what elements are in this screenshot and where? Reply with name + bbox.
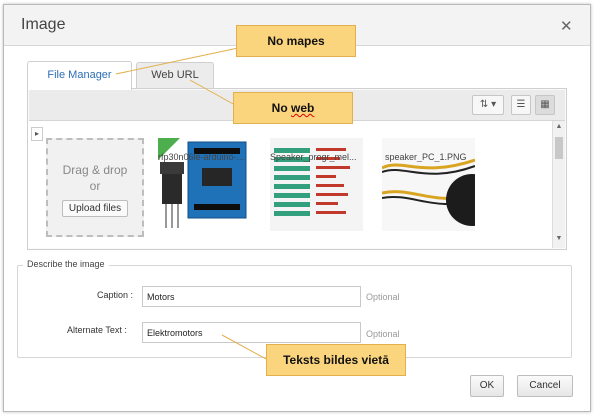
annotation-no-web: No web: [233, 92, 353, 124]
annotation-teksts-bildes-vieta: Teksts bildes vietā: [266, 344, 406, 376]
annotation-no-mapes: No mapes: [236, 25, 356, 57]
annotation-no-text: No: [271, 101, 288, 115]
annotation-web-text: web: [291, 101, 315, 115]
